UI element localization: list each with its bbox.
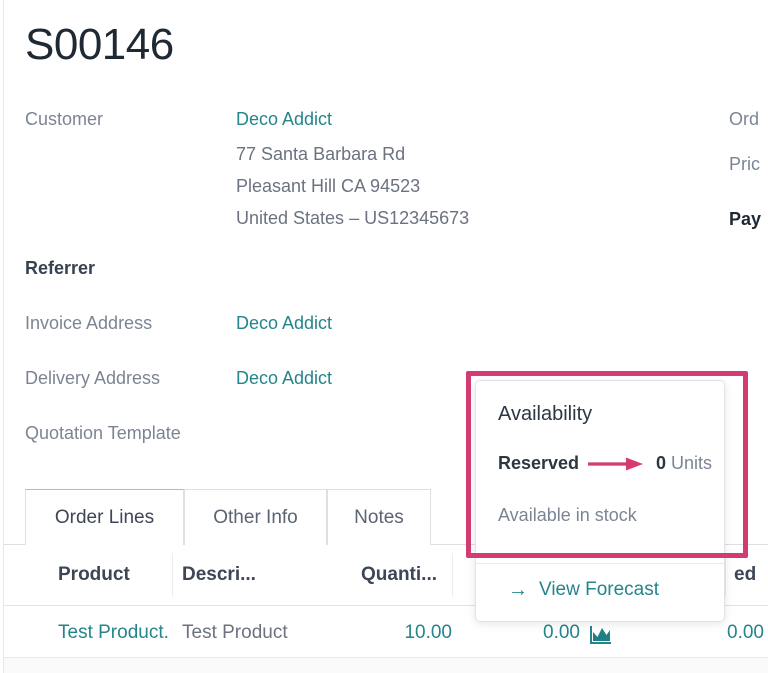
tab-notes-label: Notes: [354, 507, 404, 529]
column-divider: [172, 553, 173, 597]
field-value-invoice-address[interactable]: Deco Addict: [236, 311, 332, 335]
field-value-customer[interactable]: Deco Addict: [236, 107, 332, 131]
tab-other-info[interactable]: Other Info: [184, 489, 327, 545]
odoo-sales-order-form: S00146 Customer Deco Addict 77 Santa Bar…: [0, 0, 768, 673]
availability-state-text: Available in stock: [498, 503, 637, 527]
field-label-customer: Customer: [25, 107, 103, 131]
field-label-invoice-address: Invoice Address: [25, 311, 152, 335]
cell-description[interactable]: Test Product: [182, 620, 288, 646]
availability-popover: Availability Reserved 0 Units Available …: [475, 380, 725, 622]
page-title: S00146: [25, 19, 174, 71]
field-label-order-date: Ord: [729, 107, 759, 131]
cell-invoiced[interactable]: 0.00: [668, 620, 764, 646]
field-label-delivery-address: Delivery Address: [25, 366, 160, 390]
view-forecast-label: View Forecast: [539, 577, 659, 603]
view-forecast-link[interactable]: → View Forecast: [508, 577, 659, 603]
column-divider: [452, 553, 453, 597]
arrow-right-icon: →: [508, 580, 528, 600]
field-label-payment-terms: Pay: [729, 207, 761, 231]
tab-other-info-label: Other Info: [213, 507, 298, 529]
tab-order-lines-label: Order Lines: [55, 507, 154, 529]
field-label-pricelist: Pric: [729, 152, 760, 176]
popover-divider: [476, 563, 724, 564]
customer-address-line-1: 77 Santa Barbara Rd: [236, 142, 405, 166]
reserved-label: Reserved: [498, 451, 579, 475]
tab-notes[interactable]: Notes: [327, 489, 431, 545]
reserved-quantity: 0 Units: [656, 451, 712, 475]
column-header-delivered[interactable]: ed: [734, 563, 756, 587]
right-arrow-icon: [588, 456, 646, 472]
field-value-delivery-address[interactable]: Deco Addict: [236, 366, 332, 390]
column-divider: [725, 553, 726, 597]
column-header-product[interactable]: Product: [58, 563, 130, 587]
customer-address-line-2: Pleasant Hill CA 94523: [236, 174, 420, 198]
popover-title: Availability: [498, 401, 592, 427]
area-chart-icon[interactable]: [590, 625, 612, 644]
column-header-description[interactable]: Descri...: [182, 563, 256, 587]
cell-delivered[interactable]: 0.00: [480, 620, 580, 646]
customer-address-line-3: United States – US12345673: [236, 206, 469, 230]
field-label-quotation-template: Quotation Template: [25, 421, 181, 445]
reserved-quantity-uom: Units: [671, 453, 712, 473]
cell-product[interactable]: Test Product.: [58, 620, 169, 646]
column-header-quantity[interactable]: Quanti...: [361, 563, 437, 587]
table-footer-strip: [4, 657, 768, 673]
tab-order-lines[interactable]: Order Lines: [25, 489, 184, 545]
field-label-referrer: Referrer: [25, 256, 95, 280]
reserved-quantity-value: 0: [656, 453, 666, 473]
cell-quantity[interactable]: 10.00: [352, 620, 452, 646]
